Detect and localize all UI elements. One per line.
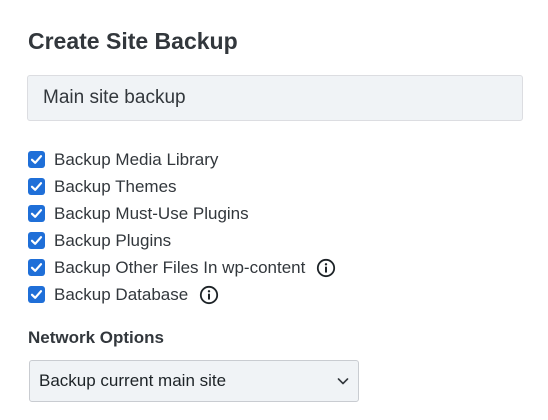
option-label: Backup Database (54, 284, 189, 304)
option-other-files: Backup Other Files In wp-content (28, 254, 336, 281)
backup-plugins-checkbox[interactable] (28, 232, 45, 249)
checkmark-icon (30, 155, 43, 164)
backup-must-use-plugins-checkbox[interactable] (28, 205, 45, 222)
network-options-select[interactable]: Backup current main site (29, 360, 359, 402)
option-label: Backup Themes (54, 176, 177, 196)
page-title: Create Site Backup (28, 28, 238, 54)
checkmark-icon (30, 182, 43, 191)
chevron-down-icon (336, 374, 350, 388)
option-label: Backup Other Files In wp-content (54, 257, 306, 277)
network-options-heading: Network Options (28, 328, 165, 347)
option-plugins: Backup Plugins (28, 227, 336, 254)
checkmark-icon (30, 236, 43, 245)
checkmark-icon (30, 263, 43, 272)
backup-media-library-checkbox[interactable] (28, 151, 45, 168)
option-must-use-plugins: Backup Must-Use Plugins (28, 200, 336, 227)
backup-options-list: Backup Media Library Backup Themes Backu… (28, 146, 336, 308)
backup-themes-checkbox[interactable] (28, 178, 45, 195)
option-media-library: Backup Media Library (28, 146, 336, 173)
info-circle-icon[interactable] (316, 258, 336, 278)
checkmark-icon (30, 209, 43, 218)
network-options-selected-value: Backup current main site (39, 371, 227, 390)
info-circle-icon[interactable] (199, 285, 219, 305)
option-label: Backup Media Library (54, 149, 219, 169)
backup-name-input[interactable] (27, 75, 523, 121)
option-label: Backup Plugins (54, 230, 172, 250)
option-database: Backup Database (28, 281, 336, 308)
checkmark-icon (30, 290, 43, 299)
backup-other-files-checkbox[interactable] (28, 259, 45, 276)
option-label: Backup Must-Use Plugins (54, 203, 249, 223)
option-themes: Backup Themes (28, 173, 336, 200)
backup-database-checkbox[interactable] (28, 286, 45, 303)
